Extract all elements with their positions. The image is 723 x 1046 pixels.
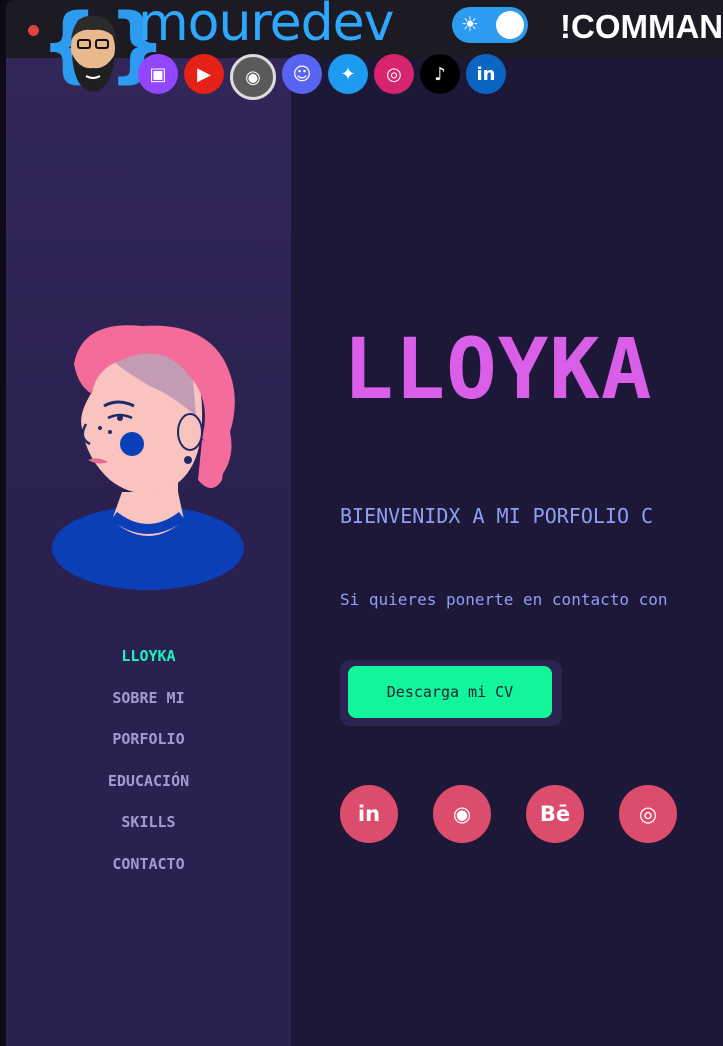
main-content: LLOYKA BIENVENIDX A MI PORFOLIO C Si qui… [291,58,723,1046]
nav-item-contacto[interactable]: CONTACTO [6,852,291,894]
youtube-icon[interactable]: ▶ [184,54,224,94]
hero-title: LLOYKA [343,320,653,418]
nav-item-skills[interactable]: SKILLS [6,810,291,852]
nav-item-porfolio[interactable]: PORFOLIO [6,727,291,769]
linkedin-icon[interactable]: in [466,54,506,94]
nav-item-lloyka[interactable]: LLOYKA [6,644,291,686]
brand-logo-text: mouredev [138,0,394,53]
toggle-knob [496,11,524,39]
twitch-icon[interactable]: ▣ [138,54,178,94]
window-close-icon[interactable] [28,25,39,36]
overlay-social-links: ▣ ▶ ◉ ☺ ✦ ◎ ♪ in [138,54,506,100]
sun-icon: ☀ [461,12,479,36]
discord-icon[interactable]: ☺ [282,54,322,94]
twitter-icon[interactable]: ✦ [328,54,368,94]
behance-icon[interactable]: Bē [526,785,584,843]
social-links: in ◉ Bē ◎ [340,785,677,843]
welcome-text: BIENVENIDX A MI PORFOLIO C [340,504,654,528]
sidebar: LLOYKA SOBRE MI PORFOLIO EDUCACIÓN SKILLS CON… [6,58,291,1046]
instagram-icon[interactable]: ◎ [619,785,677,843]
cv-button-frame: Descarga mi CV [340,660,562,726]
github-icon[interactable]: ◉ [433,785,491,843]
download-cv-button[interactable]: Descarga mi CV [348,666,552,718]
contact-text: Si quieres ponerte en contacto con [340,590,668,609]
profile-portrait-illustration [52,325,244,590]
stream-overlay: { } mouredev ☀ !COMMAN ▣ ▶ ◉ ☺ ✦ ◎ ♪ in [0,0,723,110]
nav-item-sobre-mi[interactable]: SOBRE MI [6,686,291,728]
instagram-icon[interactable]: ◎ [374,54,414,94]
theme-toggle[interactable]: ☀ [452,7,528,43]
github-icon[interactable]: ◉ [230,54,276,100]
tiktok-icon[interactable]: ♪ [420,54,460,94]
command-banner: !COMMAN [560,8,723,45]
linkedin-icon[interactable]: in [340,785,398,843]
portfolio-page: LLOYKA SOBRE MI PORFOLIO EDUCACIÓN SKILLS CON… [6,58,723,1046]
nav-item-educación[interactable]: EDUCACIÓN [6,769,291,811]
sidebar-nav: LLOYKA SOBRE MI PORFOLIO EDUCACIÓN SKILLS CON… [6,644,291,894]
